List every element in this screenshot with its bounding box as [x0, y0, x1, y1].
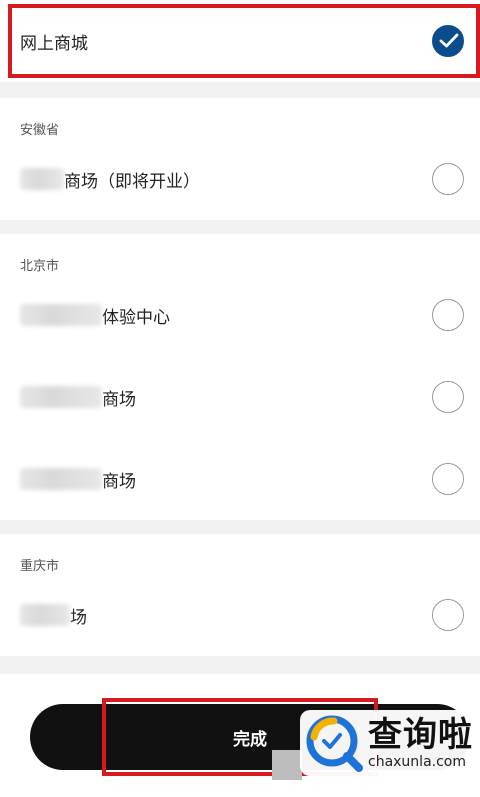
store-label: 商场（即将开业）: [64, 171, 200, 192]
redacted-name: [20, 468, 102, 490]
redacted-name: [20, 304, 102, 326]
redacted-name: [20, 168, 64, 190]
watermark: 查询啦 chaxunla.com: [300, 710, 480, 776]
magnifier-logo-icon: [306, 715, 363, 772]
radio-icon[interactable]: [432, 299, 464, 331]
store-option[interactable]: 体验中心: [0, 274, 480, 356]
store-option-online[interactable]: 网上商城: [0, 0, 480, 82]
done-label: 完成: [233, 729, 267, 750]
store-label: 网上商城: [20, 33, 88, 54]
store-option[interactable]: 商场: [0, 438, 480, 520]
store-label: 商场: [102, 389, 136, 410]
section-title: 北京市: [0, 234, 480, 274]
store-label: 体验中心: [102, 307, 170, 328]
store-option[interactable]: 商场: [0, 356, 480, 438]
watermark-url: chaxunla.com: [368, 754, 466, 770]
store-option[interactable]: 商场（即将开业）: [0, 138, 480, 220]
store-label: 场: [70, 607, 87, 628]
section-beijing: 北京市 体验中心 商场 商场: [0, 234, 480, 520]
section-title: 安徽省: [0, 98, 480, 138]
section-anhui: 安徽省 商场（即将开业）: [0, 98, 480, 220]
radio-icon[interactable]: [432, 381, 464, 413]
radio-icon[interactable]: [432, 163, 464, 195]
check-circle-icon[interactable]: [432, 25, 464, 57]
store-option[interactable]: 场: [0, 574, 480, 656]
section-title: 重庆市: [0, 534, 480, 574]
watermark-text: 查询啦: [368, 715, 473, 755]
overlay-chip: [272, 750, 302, 780]
redacted-name: [20, 604, 70, 626]
redacted-name: [20, 386, 102, 408]
section-chongqing: 重庆市 场: [0, 534, 480, 656]
radio-icon[interactable]: [432, 599, 464, 631]
radio-icon[interactable]: [432, 463, 464, 495]
store-label: 商场: [102, 471, 136, 492]
